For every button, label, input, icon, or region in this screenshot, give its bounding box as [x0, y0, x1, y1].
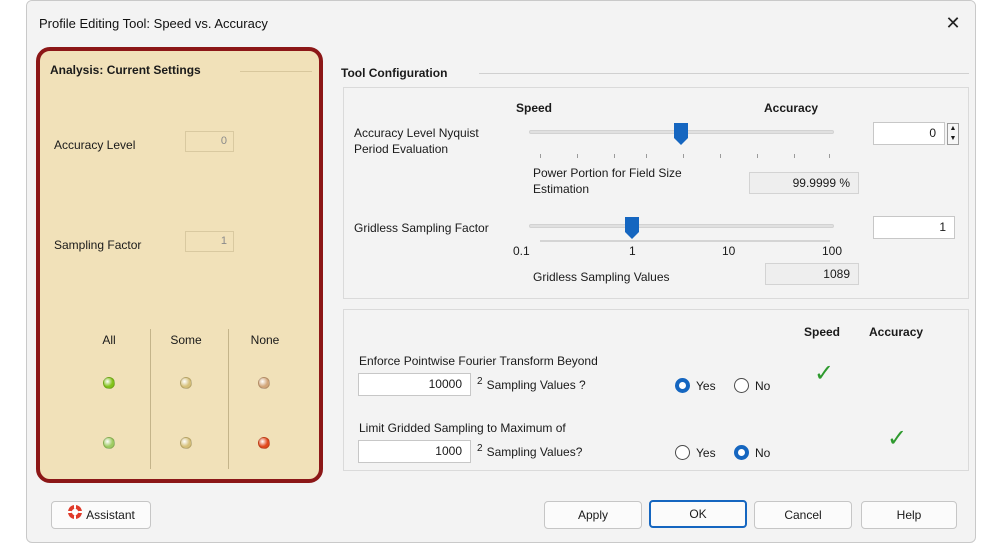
analysis-title-divider: [240, 71, 312, 72]
options-speed-header: Speed: [804, 325, 841, 339]
speed-header: Speed: [516, 101, 553, 115]
accuracy-level-label: Accuracy Level: [54, 138, 136, 152]
limit-suffix: 2 Sampling Values?: [477, 443, 583, 459]
power-portion-label-line2: Estimation: [533, 182, 590, 196]
slider-tick: [614, 154, 615, 158]
fourier-suffix: 2 Sampling Values ?: [477, 376, 586, 392]
slider-tick: [646, 154, 647, 158]
exponent: 2: [477, 376, 483, 387]
window-title: Profile Editing Tool: Speed vs. Accuracy: [39, 16, 268, 31]
close-icon: ✕: [945, 13, 961, 33]
cancel-button[interactable]: Cancel: [754, 501, 852, 529]
tool-configuration-box: Speed Accuracy Accuracy Level Nyquist Pe…: [343, 87, 969, 299]
assistant-button[interactable]: Assistant: [51, 501, 151, 529]
indicator-all-accuracy: [103, 377, 115, 389]
scale-label-100: 100: [822, 244, 843, 258]
slider-tick: [683, 154, 684, 158]
slider-tick: [794, 154, 795, 158]
column-divider: [228, 329, 229, 469]
exponent: 2: [477, 443, 483, 454]
slider-tick: [720, 154, 721, 158]
assistant-button-label: Assistant: [86, 508, 135, 522]
limit-suffix-text: Sampling Values?: [486, 445, 583, 459]
power-portion-label-line1: Power Portion for Field Size: [533, 166, 682, 180]
limit-no-radio[interactable]: [734, 445, 749, 460]
sampling-options-box: Speed Accuracy Enforce Pointwise Fourier…: [343, 309, 969, 471]
gridless-slider-track: [529, 224, 834, 228]
indicator-all-sampling: [103, 437, 115, 449]
column-some: Some: [170, 333, 202, 347]
accuracy-header: Accuracy: [764, 101, 819, 115]
title-bar: Profile Editing Tool: Speed vs. Accuracy…: [27, 1, 975, 45]
gridless-value-input[interactable]: 1: [873, 216, 955, 239]
indicator-none-sampling: [258, 437, 270, 449]
column-none: None: [250, 333, 280, 347]
scale-label-1: 1: [629, 244, 636, 258]
fourier-no-label[interactable]: No: [755, 379, 770, 393]
slider-tick: [757, 154, 758, 158]
limit-threshold-input[interactable]: 1000: [358, 440, 471, 463]
sampling-factor-label: Sampling Factor: [54, 238, 142, 252]
limit-yes-radio[interactable]: [675, 445, 690, 460]
limit-no-label[interactable]: No: [755, 446, 770, 460]
column-all: All: [102, 333, 116, 347]
apply-button[interactable]: Apply: [544, 501, 642, 529]
column-divider: [150, 329, 151, 469]
power-portion-readout: 99.9999 %: [749, 172, 859, 194]
nyquist-label-line2: Period Evaluation: [354, 142, 449, 156]
nyquist-spinner[interactable]: ▲ ▼: [947, 123, 959, 145]
limit-yes-label[interactable]: Yes: [696, 446, 716, 460]
gridless-values-readout: 1089: [765, 263, 859, 285]
group-divider: [479, 73, 969, 74]
lifebuoy-icon: [67, 503, 83, 529]
accuracy-check-icon: ✓: [887, 425, 908, 452]
gridless-sampling-label: Gridless Sampling Factor: [354, 221, 489, 235]
fourier-suffix-text: Sampling Values ?: [486, 378, 586, 392]
nyquist-value-input[interactable]: 0: [873, 122, 945, 145]
tool-configuration-title: Tool Configuration: [341, 66, 448, 80]
gridless-values-label: Gridless Sampling Values: [533, 270, 670, 284]
speed-check-icon: ✓: [814, 360, 835, 387]
indicator-some-accuracy: [180, 377, 192, 389]
limit-label: Limit Gridded Sampling to Maximum of: [359, 421, 566, 435]
slider-tick: [577, 154, 578, 158]
fourier-no-radio[interactable]: [734, 378, 749, 393]
fourier-yes-radio[interactable]: [675, 378, 690, 393]
dialog-window: Profile Editing Tool: Speed vs. Accuracy…: [26, 0, 976, 543]
indicator-some-sampling: [180, 437, 192, 449]
fourier-threshold-input[interactable]: 10000: [358, 373, 471, 396]
analysis-title: Analysis: Current Settings: [50, 63, 201, 77]
gridless-scale-line: [540, 240, 830, 242]
help-button[interactable]: Help: [861, 501, 957, 529]
spin-down-icon[interactable]: ▼: [948, 134, 958, 144]
nyquist-label-line1: Accuracy Level Nyquist: [354, 126, 479, 140]
ok-button[interactable]: OK: [649, 500, 747, 528]
fourier-yes-label[interactable]: Yes: [696, 379, 716, 393]
gridless-slider-thumb[interactable]: [625, 217, 639, 239]
nyquist-slider-thumb[interactable]: [674, 123, 688, 145]
options-accuracy-header: Accuracy: [869, 325, 924, 339]
scale-label-0.1: 0.1: [513, 244, 530, 258]
scale-label-10: 10: [722, 244, 736, 258]
spin-up-icon[interactable]: ▲: [948, 124, 958, 134]
close-button[interactable]: ✕: [939, 9, 967, 37]
indicator-none-accuracy: [258, 377, 270, 389]
fourier-label: Enforce Pointwise Fourier Transform Beyo…: [359, 354, 598, 368]
slider-tick: [829, 154, 830, 158]
accuracy-level-readout: 0: [185, 131, 234, 152]
sampling-factor-readout: 1: [185, 231, 234, 252]
slider-tick: [540, 154, 541, 158]
analysis-panel: Analysis: Current Settings Accuracy Leve…: [36, 47, 323, 483]
